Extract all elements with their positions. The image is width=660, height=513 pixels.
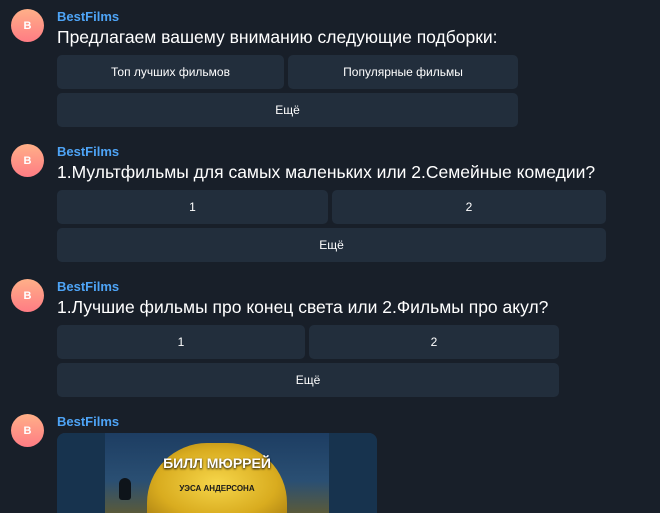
inline-button-more[interactable]: Ещё [57, 93, 518, 127]
sender-name[interactable]: BestFilms [57, 144, 119, 159]
inline-button-2[interactable]: 2 [332, 190, 606, 224]
poster-left-border [57, 433, 105, 513]
inline-button-1[interactable]: 1 [57, 190, 328, 224]
avatar[interactable]: B [11, 414, 44, 447]
inline-button-2[interactable]: 2 [309, 325, 559, 359]
sender-name[interactable]: BestFilms [57, 414, 119, 429]
chat-window: { "colors": { "background": "#181f29", "… [0, 0, 660, 513]
inline-button-top-films[interactable]: Топ лучших фильмов [57, 55, 284, 89]
message-text: 1.Лучшие фильмы про конец света или 2.Фи… [57, 297, 549, 317]
poster-subtitle: УЭСА АНДЕРСОНА [179, 484, 255, 493]
inline-button-more[interactable]: Ещё [57, 363, 559, 397]
avatar[interactable]: B [11, 144, 44, 177]
inline-button-more[interactable]: Ещё [57, 228, 606, 262]
sender-name[interactable]: BestFilms [57, 279, 119, 294]
poster-title: БИЛЛ МЮРРЕЙ [163, 455, 271, 471]
inline-button-1[interactable]: 1 [57, 325, 305, 359]
message-text: Предлагаем вашему вниманию следующие под… [57, 27, 498, 47]
inline-button-popular-films[interactable]: Популярные фильмы [288, 55, 518, 89]
poster-right-border [329, 433, 377, 513]
sender-name[interactable]: BestFilms [57, 9, 119, 24]
movie-poster-image[interactable]: БИЛЛ МЮРРЕЙ УЭСА АНДЕРСОНА [57, 433, 377, 513]
avatar[interactable]: B [11, 9, 44, 42]
avatar[interactable]: B [11, 279, 44, 312]
message-text: 1.Мультфильмы для самых маленьких или 2.… [57, 162, 596, 182]
